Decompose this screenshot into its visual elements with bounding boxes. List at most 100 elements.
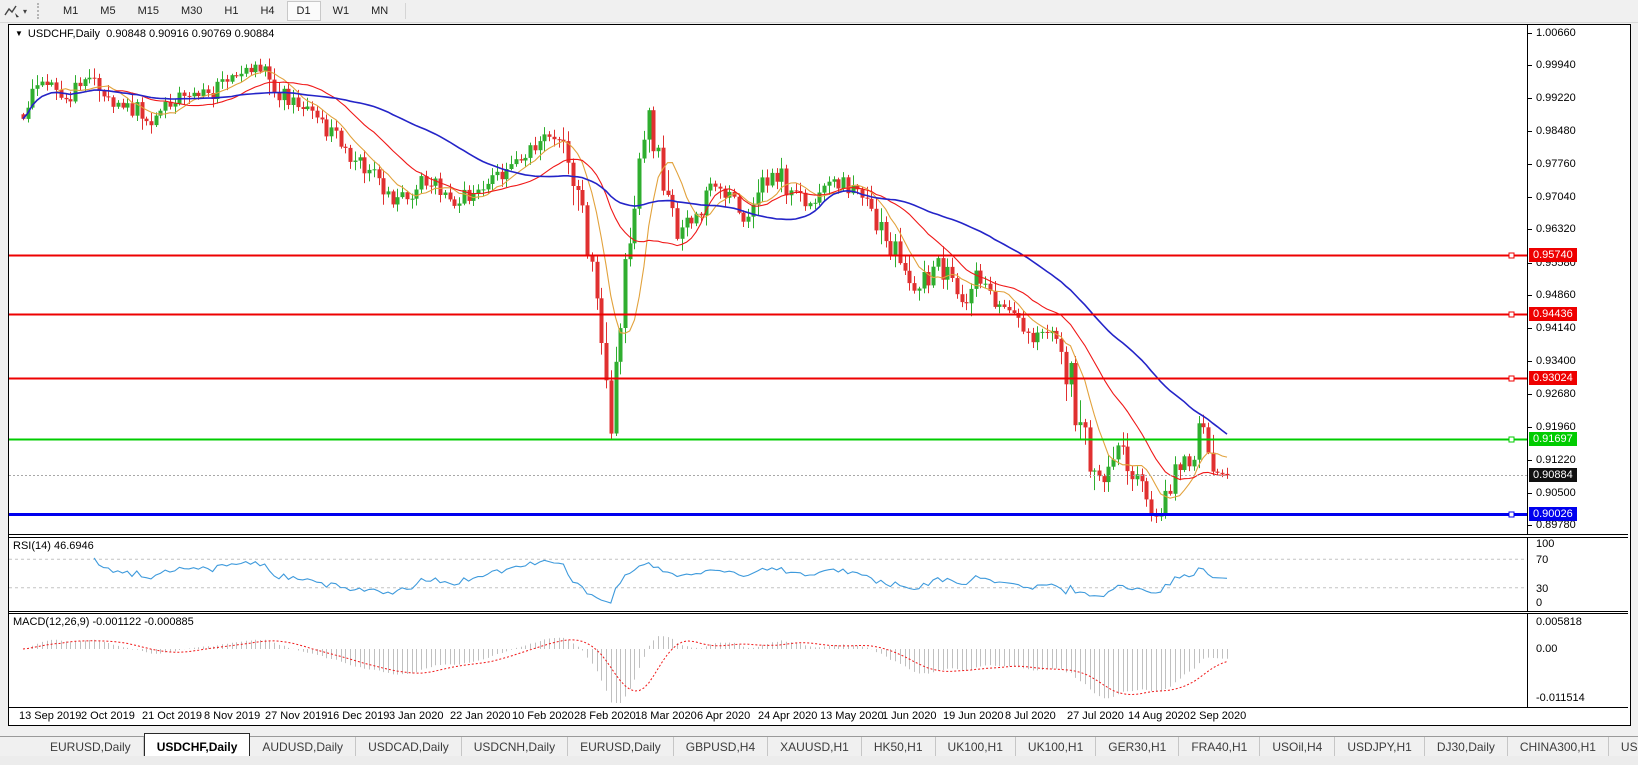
candle-body	[795, 190, 799, 191]
chart-tool-button[interactable]: ▾	[0, 1, 33, 21]
timeframe-button-h1[interactable]: H1	[214, 1, 248, 21]
price-axis-label: 0.92680	[1536, 388, 1576, 400]
timeframe-button-m1[interactable]: M1	[53, 1, 88, 21]
chart-tab-usdchf-daily[interactable]: USDCHF,Daily	[144, 733, 251, 756]
candle-body	[543, 134, 547, 141]
chart-tab-uk100-h1[interactable]: UK100,H1	[936, 737, 1016, 756]
timeframe-button-m5[interactable]: M5	[90, 1, 125, 21]
candle-body	[572, 163, 576, 186]
timeframe-button-d1[interactable]: D1	[287, 1, 321, 21]
chart-tab-uk100-h1[interactable]: UK100,H1	[1016, 737, 1096, 756]
price-axis-label: 0.93400	[1536, 355, 1576, 367]
candle-body	[970, 289, 974, 303]
price-axis-label: 0.97040	[1536, 191, 1576, 203]
chart-tab-eurusd-daily[interactable]: EURUSD,Daily	[568, 737, 674, 756]
date-axis-label: 27 Nov 2019	[265, 710, 327, 722]
price-badge: 0.93024	[1529, 371, 1577, 385]
bottom-strip	[0, 756, 1638, 765]
macd-plot[interactable]	[9, 614, 1527, 705]
line-handle[interactable]	[1509, 512, 1514, 517]
timeframe-button-h4[interactable]: H4	[250, 1, 284, 21]
macd-axis-label: -0.011514	[1536, 692, 1585, 704]
candle-body	[449, 193, 453, 200]
date-axis-label: 14 Aug 2020	[1128, 710, 1190, 722]
price-pane: ▼USDCHF,Daily 0.90848 0.90916 0.90769 0.…	[9, 25, 1628, 535]
chart-tab-audusd-daily[interactable]: AUDUSD,Daily	[250, 737, 356, 756]
date-axis[interactable]: 13 Sep 20192 Oct 201921 Oct 20198 Nov 20…	[9, 708, 1628, 725]
price-badge: 0.90026	[1529, 507, 1577, 521]
axis-tick	[1528, 328, 1532, 329]
axis-tick	[1528, 131, 1532, 132]
candle-body	[1093, 471, 1097, 472]
candle-body	[1046, 332, 1050, 333]
candle-body	[1221, 473, 1225, 474]
chart-tab-dj30-daily[interactable]: DJ30,Daily	[1425, 737, 1508, 756]
chart-tab-fra40-h1[interactable]: FRA40,H1	[1179, 737, 1260, 756]
candle-body	[894, 241, 898, 255]
macd-axis-label: 0.00	[1536, 643, 1557, 655]
axis-tick	[1528, 295, 1532, 296]
candle-body	[956, 278, 960, 294]
candle-body	[126, 103, 130, 107]
chart-tab-gbpusd-h4[interactable]: GBPUSD,H4	[674, 737, 768, 756]
chart-tab-usdjpy-h1[interactable]: USDJPY,H1	[1335, 737, 1424, 756]
candle-body	[316, 111, 320, 118]
candle-body	[1122, 445, 1126, 446]
candle-body	[259, 65, 263, 72]
chart-symbol-label: USDCHF,Daily	[28, 28, 100, 40]
price-axis-label: 0.99940	[1536, 59, 1576, 71]
candle-body	[107, 96, 111, 97]
candle-body	[311, 107, 315, 111]
collapse-triangle-icon[interactable]: ▼	[15, 29, 23, 38]
date-axis-label: 18 Mar 2020	[635, 710, 697, 722]
chart-tab-usoil-h4[interactable]: USOil,H4	[1260, 737, 1335, 756]
candle-body	[932, 267, 936, 286]
date-axis-label: 2 Sep 2020	[1190, 710, 1246, 722]
price-axis-label: 0.94860	[1536, 289, 1576, 301]
axis-tick	[1528, 33, 1532, 34]
chart-tab-ger30-h1[interactable]: GER30,H1	[1096, 737, 1179, 756]
candle-body	[55, 82, 59, 90]
candle-body	[814, 203, 818, 204]
line-handle[interactable]	[1509, 437, 1514, 442]
price-badge: 0.95740	[1529, 248, 1577, 262]
rsi-plot[interactable]	[9, 538, 1527, 609]
candle-body	[742, 213, 746, 222]
timeframe-button-m30[interactable]: M30	[171, 1, 212, 21]
chart-tab-usdcad-daily[interactable]: USDCAD,Daily	[356, 737, 462, 756]
line-handle[interactable]	[1509, 253, 1514, 258]
candle-body	[482, 189, 486, 190]
timeframe-button-mn[interactable]: MN	[361, 1, 398, 21]
chart-tab-eurusd-daily[interactable]: EURUSD,Daily	[38, 737, 144, 756]
line-handle[interactable]	[1509, 376, 1514, 381]
date-axis-label: 22 Jan 2020	[450, 710, 511, 722]
timeframe-button-w1[interactable]: W1	[323, 1, 360, 21]
candle-body	[946, 267, 950, 280]
candle-body	[340, 131, 344, 147]
candle-body	[586, 205, 590, 254]
macd-axis[interactable]: 0.0058180.00-0.011514	[1527, 614, 1629, 707]
chart-tab-hk50-h1[interactable]: HK50,H1	[862, 737, 936, 756]
candle-body	[79, 83, 83, 86]
candle-body	[667, 191, 671, 195]
chart-tab-usoil-h1[interactable]: USOil,H1	[1609, 737, 1638, 756]
candle-body	[529, 145, 533, 158]
candle-body	[690, 218, 694, 224]
date-axis-label: 21 Oct 2019	[142, 710, 202, 722]
chart-tab-xauusd-h1[interactable]: XAUUSD,H1	[768, 737, 862, 756]
chart-tab-china300-h1[interactable]: CHINA300,H1	[1508, 737, 1609, 756]
chart-title[interactable]: ▼USDCHF,Daily 0.90848 0.90916 0.90769 0.…	[15, 28, 274, 40]
chevron-down-icon: ▾	[23, 7, 27, 16]
candlestick-plot[interactable]	[9, 25, 1527, 533]
candle-body	[1212, 453, 1216, 472]
toolbar-grip[interactable]	[37, 3, 44, 19]
line-handle[interactable]	[1509, 312, 1514, 317]
candle-body	[984, 284, 988, 285]
candle-body	[496, 172, 500, 175]
rsi-pane: RSI(14) 46.6946 10070300	[9, 537, 1628, 612]
price-axis[interactable]: 1.006600.999400.992200.984800.977600.970…	[1527, 25, 1629, 534]
date-axis-label: 6 Apr 2020	[697, 710, 750, 722]
chart-tab-usdcnh-daily[interactable]: USDCNH,Daily	[462, 737, 568, 756]
timeframe-button-m15[interactable]: M15	[128, 1, 169, 21]
rsi-axis[interactable]: 10070300	[1527, 538, 1629, 611]
